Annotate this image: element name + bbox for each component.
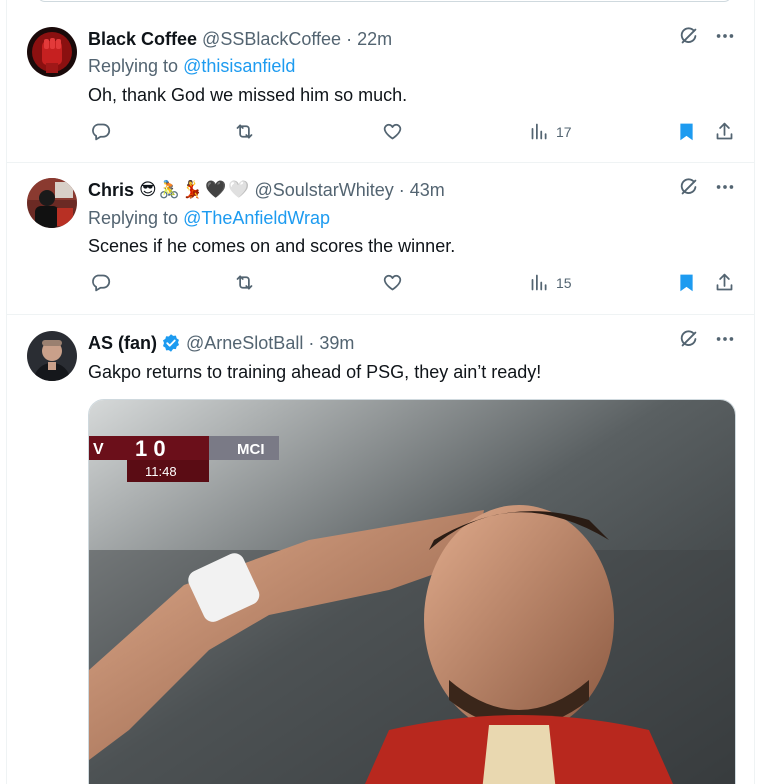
name-emojis: 😎 🚴 💃 🖤 🤍: [139, 180, 249, 200]
user-handle[interactable]: @ArneSlotBall: [186, 333, 303, 354]
avatar[interactable]: [27, 331, 77, 381]
heart-icon: [383, 274, 402, 291]
display-name[interactable]: Chris: [88, 180, 134, 201]
scoreboard-clock: 11:48: [145, 464, 177, 479]
bookmark-button[interactable]: [676, 272, 697, 293]
tweet-actions: 17: [88, 121, 736, 147]
display-name[interactable]: Black Coffee: [88, 29, 197, 50]
replying-prefix: Replying to: [88, 56, 184, 76]
black-heart-emoji: 🖤: [205, 180, 227, 199]
more-options-icon[interactable]: [714, 176, 736, 198]
views-icon: [531, 274, 547, 291]
tweet-header: AS (fan) @ArneSlotBall · 39m: [88, 331, 736, 355]
timestamp[interactable]: 22m: [357, 29, 392, 50]
repost-icon: [236, 275, 253, 290]
more-options-icon[interactable]: [714, 25, 736, 47]
tweet-header: Black Coffee @SSBlackCoffee · 22m: [88, 27, 736, 51]
repost-button[interactable]: [234, 121, 255, 142]
bookmark-button[interactable]: [676, 121, 697, 142]
replying-to: Replying to @thisisanfield: [88, 56, 295, 77]
replying-to-link[interactable]: @TheAnfieldWrap: [183, 208, 330, 228]
repost-button[interactable]: [234, 272, 255, 293]
grok-icon[interactable]: [678, 328, 700, 350]
verified-badge-icon: [161, 333, 181, 353]
share-icon: [716, 122, 733, 140]
separator-dot: ·: [398, 179, 405, 200]
share-button[interactable]: [714, 272, 735, 293]
user-handle[interactable]: @SSBlackCoffee: [202, 29, 341, 50]
avatar[interactable]: [27, 178, 77, 228]
grok-icon[interactable]: [678, 176, 700, 198]
views-button[interactable]: 17: [529, 121, 572, 142]
like-button[interactable]: [382, 272, 403, 293]
grok-icon[interactable]: [678, 25, 700, 47]
tweet[interactable]: AS (fan) @ArneSlotBall · 39m Gakpo retur…: [7, 315, 754, 784]
replying-to: Replying to @TheAnfieldWrap: [88, 208, 330, 229]
view-count: 17: [556, 123, 572, 140]
replying-prefix: Replying to: [88, 208, 184, 228]
user-handle[interactable]: @SoulstarWhitey: [254, 180, 393, 201]
display-name[interactable]: AS (fan): [88, 333, 157, 354]
reply-button[interactable]: [90, 272, 111, 293]
views-button[interactable]: 15: [529, 272, 572, 293]
previous-media-edge: [37, 0, 732, 2]
view-count: 15: [556, 274, 572, 291]
share-button[interactable]: [714, 121, 735, 142]
cyclist-emoji: 🚴: [158, 180, 180, 199]
white-heart-emoji: 🤍: [228, 180, 250, 199]
scoreboard-team-left: V: [93, 441, 104, 458]
views-icon: [531, 123, 547, 140]
share-icon: [716, 273, 733, 291]
dancer-emoji: 💃: [181, 180, 204, 199]
replying-to-link[interactable]: @thisisanfield: [183, 56, 295, 76]
more-options-icon[interactable]: [714, 328, 736, 350]
repost-icon: [236, 124, 253, 139]
scoreboard-score: 1 0: [135, 436, 166, 461]
scoreboard-team-right: MCI: [237, 441, 265, 458]
tweet-text: Gakpo returns to training ahead of PSG, …: [88, 362, 542, 382]
tweet[interactable]: Black Coffee @SSBlackCoffee · 22m Replyi…: [7, 12, 754, 163]
tweet-header: Chris 😎 🚴 💃 🖤 🤍 @SoulstarWhitey · 43m: [88, 178, 736, 202]
sunglasses-emoji: 😎: [139, 180, 157, 199]
tweet[interactable]: Chris 😎 🚴 💃 🖤 🤍 @SoulstarWhitey · 43m Re: [7, 163, 754, 315]
timeline-feed: Black Coffee @SSBlackCoffee · 22m Replyi…: [6, 0, 755, 784]
reply-icon: [92, 123, 111, 141]
separator-dot: ·: [346, 28, 353, 49]
bookmark-icon: [680, 274, 693, 292]
timestamp[interactable]: 39m: [319, 333, 354, 354]
bookmark-icon: [680, 123, 693, 141]
like-button[interactable]: [382, 121, 403, 142]
tweet-header-actions: [678, 176, 736, 198]
tweet-text: Oh, thank God we missed him so much.: [88, 85, 408, 105]
tweet-media-video[interactable]: V 1 0 MCI 11:48: [88, 399, 736, 784]
reply-button[interactable]: [90, 121, 111, 142]
avatar[interactable]: [27, 27, 77, 77]
heart-icon: [383, 123, 402, 140]
separator-dot: ·: [308, 332, 315, 353]
tweet-actions: 15: [88, 272, 736, 298]
tweet-header-actions: [678, 25, 736, 47]
tweet-header-actions: [678, 328, 736, 350]
reply-icon: [92, 274, 111, 292]
tweet-text: Scenes if he comes on and scores the win…: [88, 236, 456, 256]
timestamp[interactable]: 43m: [410, 180, 445, 201]
